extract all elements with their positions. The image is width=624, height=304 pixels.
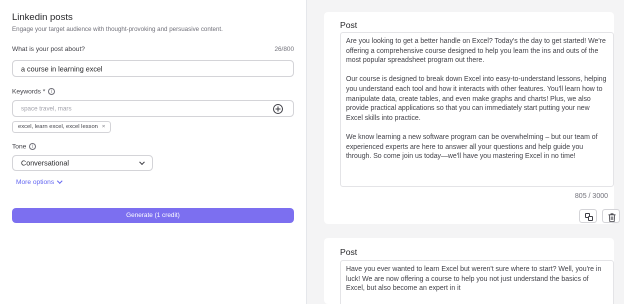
topic-input[interactable]: a course in learning excel: [12, 60, 294, 77]
post-character-count: 805 / 3000: [574, 193, 608, 200]
keyword-chip[interactable]: excel, learn excel, excel lesson ×: [12, 121, 112, 133]
chevron-down-icon: [57, 177, 63, 183]
post-paragraph: We know learning a new software program …: [346, 133, 598, 161]
chevron-down-icon: [139, 159, 145, 166]
post-card: Post Have you ever wanted to learn Excel…: [324, 238, 614, 304]
info-icon[interactable]: i: [29, 143, 37, 150]
page-title: Linkedin posts: [12, 12, 73, 23]
topic-input-value: a course in learning excel: [21, 64, 103, 73]
post-text-area[interactable]: Have you ever wanted to learn Excel but …: [340, 260, 614, 304]
post-title: Post: [340, 20, 358, 30]
keywords-label-text: Keywords *: [12, 88, 46, 96]
generate-button[interactable]: Generate (1 credit): [12, 208, 294, 223]
post-text-area[interactable]: Are you looking to get a better handle o…: [340, 32, 614, 187]
copy-icon: [585, 213, 593, 221]
tone-label: Tone i: [12, 143, 37, 151]
post-title: Post: [340, 247, 358, 257]
more-options-link[interactable]: More options: [16, 177, 63, 186]
trash-icon: [608, 212, 616, 222]
delete-button[interactable]: [602, 209, 620, 223]
copy-button[interactable]: [579, 209, 597, 223]
keywords-input[interactable]: space travel, mars: [12, 100, 294, 117]
post-paragraph: Are you looking to get a better handle o…: [346, 38, 606, 65]
post-paragraph: Have you ever wanted to learn Excel but …: [346, 266, 602, 293]
post-paragraph: Our course is designed to break down Exc…: [346, 76, 607, 122]
more-options-label: More options: [16, 179, 55, 186]
remove-chip-icon[interactable]: ×: [102, 124, 105, 130]
post-card: Post Are you looking to get a better han…: [324, 12, 620, 224]
keywords-placeholder: space travel, mars: [21, 105, 72, 112]
keywords-label: Keywords * i: [12, 88, 56, 96]
add-keyword-icon[interactable]: [273, 103, 283, 114]
topic-character-counter: 26/800: [274, 46, 294, 53]
topic-label: What is your post about?: [12, 46, 85, 53]
tone-select-value: Conversational: [21, 158, 69, 168]
results-panel: Post Are you looking to get a better han…: [307, 0, 624, 304]
tone-select[interactable]: Conversational: [12, 155, 153, 171]
page-subtitle: Engage your target audience with thought…: [12, 26, 223, 33]
tone-label-text: Tone: [12, 143, 27, 151]
post-generator-form: Linkedin posts Engage your target audien…: [0, 0, 306, 304]
keyword-chip-label: excel, learn excel, excel lesson: [18, 124, 98, 130]
info-icon[interactable]: i: [48, 88, 56, 95]
